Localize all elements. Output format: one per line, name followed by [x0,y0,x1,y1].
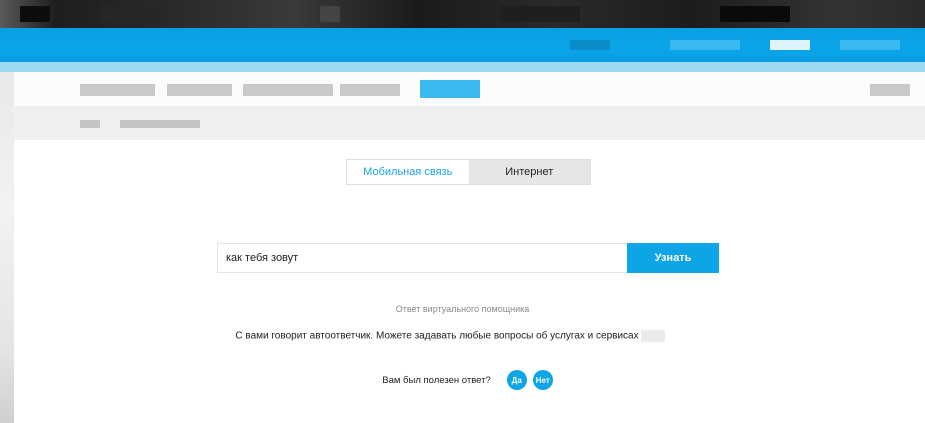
feedback-question: Вам был полезен ответ? [382,374,491,386]
no-button[interactable]: Нет [532,370,553,390]
assistant-answer: С вами говорит автоответчик. Можете зада… [0,330,900,342]
tab-internet[interactable]: Интернет [468,160,590,184]
tab-mobile[interactable]: Мобильная связь [347,160,469,184]
breadcrumb-blurred [0,106,925,140]
header-bar-blurred [0,28,925,62]
ask-button[interactable]: Узнать [627,243,719,273]
feedback-row: Вам был полезен ответ? Да Нет [0,370,925,390]
assistant-label: Ответ виртуального помощника [395,304,530,314]
service-tabs: Мобильная связь Интернет [346,159,591,185]
question-input[interactable] [217,243,627,273]
answer-text: С вами говорит автоответчик. Можете зада… [235,330,639,342]
nav-bar-blurred [0,72,925,106]
top-bar-blurred [0,0,925,28]
header-accent-strip [0,62,925,72]
yes-button[interactable]: Да [506,370,527,390]
question-form: Узнать [217,243,719,273]
redacted-brand [640,330,665,342]
